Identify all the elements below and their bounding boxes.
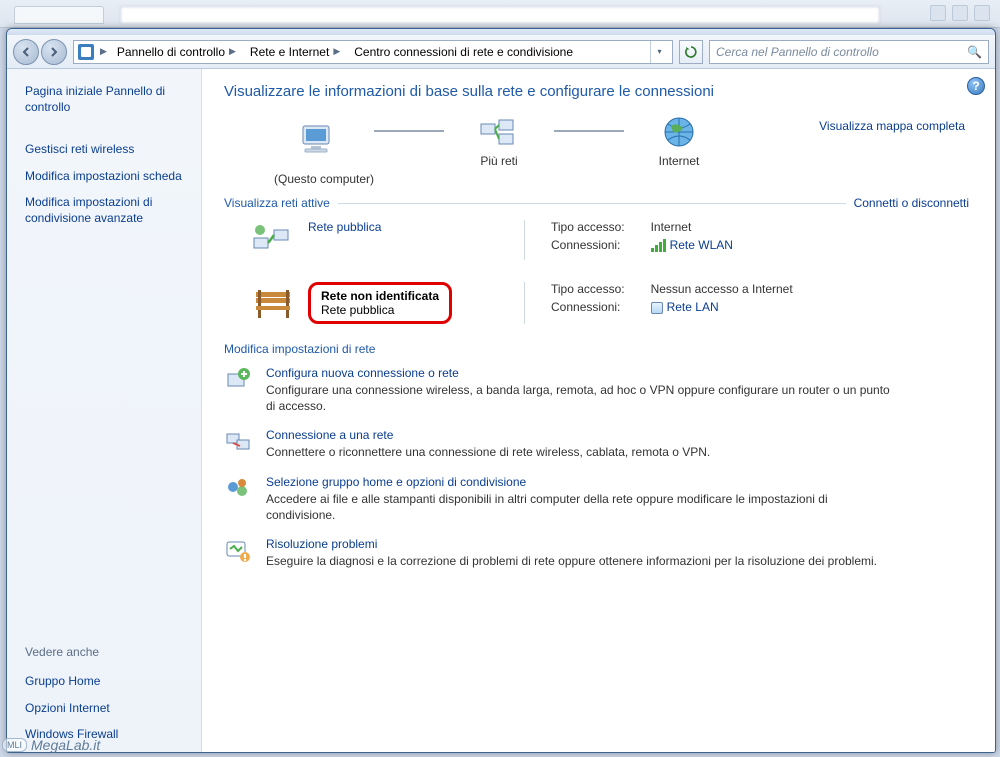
search-icon[interactable]: 🔍 [967,45,982,59]
browser-tools [930,5,990,21]
access-type-value: Internet [651,220,733,234]
breadcrumb-item[interactable]: Rete e Internet▶ [246,41,346,63]
active-networks-label: Visualizza reti attive [224,196,330,210]
browser-chrome [0,0,1000,28]
breadcrumb-item[interactable]: Pannello di controllo▶ [113,41,242,63]
connections-label: Connessioni: [551,238,625,252]
divider [338,203,846,204]
control-panel-window: ✕ ▶ Pannello di controllo▶ Rete e Intern… [6,28,996,753]
see-also-internet-options[interactable]: Opzioni Internet [25,700,191,716]
titlebar[interactable] [7,29,995,35]
explorer-navbar: ▶ Pannello di controllo▶ Rete e Internet… [7,35,995,69]
computer-caption: (Questo computer) [274,172,969,186]
see-also-homegroup[interactable]: Gruppo Home [25,673,191,689]
park-bench-icon [250,282,294,322]
sidebar-link-advanced-sharing[interactable]: Modifica impostazioni di condivisione av… [25,194,191,226]
option-connect-network[interactable]: Connessione a una rete Connettere o ricon… [224,428,969,460]
network-name-link[interactable]: Rete pubblica [308,220,381,234]
computer-icon [297,122,341,160]
new-connection-icon [224,366,252,394]
sidebar-link-adapter[interactable]: Modifica impostazioni scheda [25,168,191,184]
option-title[interactable]: Configura nuova connessione o rete [266,366,459,380]
troubleshoot-icon [224,537,252,565]
view-full-map-link[interactable]: Visualizza mappa completa [819,119,965,133]
option-homegroup[interactable]: Selezione gruppo home e opzioni di condi… [224,475,969,523]
network-options-list: Configura nuova connessione o rete Config… [224,366,969,569]
breadcrumb-label: Centro connessioni di rete e condivision… [354,45,573,59]
chevron-right-icon[interactable]: ▶ [98,46,109,57]
option-desc: Connettere o riconnettere una connession… [266,444,710,460]
option-title[interactable]: Selezione gruppo home e opzioni di condi… [266,475,526,489]
search-input[interactable]: Cerca nel Pannello di controllo 🔍 [709,40,989,64]
breadcrumb-label: Pannello di controllo [117,45,225,59]
sidebar: Pagina iniziale Pannello di controllo Ge… [7,69,202,752]
chevron-right-icon[interactable]: ▶ [331,46,342,57]
breadcrumb-item[interactable]: Centro connessioni di rete e condivision… [350,41,577,63]
option-desc: Configurare una connessione wireless, a … [266,382,896,414]
browser-tab [14,6,104,24]
connection-link[interactable]: Rete WLAN [670,238,733,252]
globe-icon [657,114,701,152]
see-also-heading: Vedere anche [25,645,191,659]
breadcrumb-label: Rete e Internet [250,45,329,59]
connection-link[interactable]: Rete LAN [667,300,719,314]
page-title: Visualizzare le informazioni di base sul… [224,83,969,100]
map-node-label: Internet [659,154,700,168]
access-type-label: Tipo accesso: [551,220,625,234]
control-panel-icon [78,44,94,60]
active-network-item: Rete pubblica Tipo accesso: Internet Con… [224,220,969,260]
browser-addressbar [120,6,880,24]
map-link [554,130,624,132]
wifi-signal-icon [651,239,666,252]
connections-label: Connessioni: [551,300,625,314]
nav-back-button[interactable] [13,39,39,65]
multi-network-icon [477,114,521,152]
option-title[interactable]: Connessione a una rete [266,428,393,442]
homegroup-icon [224,475,252,503]
map-node-internet[interactable]: Internet [624,114,734,168]
option-troubleshoot[interactable]: Risoluzione problemi Eseguire la diagnosi… [224,537,969,569]
modify-settings-heading: Modifica impostazioni di rete [224,342,969,356]
option-desc: Eseguire la diagnosi e la correzione di … [266,553,877,569]
nav-forward-button[interactable] [41,39,67,65]
search-placeholder: Cerca nel Pannello di controllo [716,45,879,59]
public-network-icon [250,220,294,260]
map-node-computer[interactable] [264,122,374,160]
help-icon[interactable]: ? [967,77,985,95]
sidebar-home-link[interactable]: Pagina iniziale Pannello di controllo [25,83,191,115]
map-node-label: Più reti [480,154,517,168]
option-desc: Accedere ai file e alle stampanti dispon… [266,491,896,523]
sidebar-link-wireless[interactable]: Gestisci reti wireless [25,141,191,157]
chevron-right-icon[interactable]: ▶ [227,46,238,57]
option-title[interactable]: Risoluzione problemi [266,537,377,551]
access-type-value: Nessun accesso a Internet [651,282,793,296]
map-link [374,130,444,132]
map-node-multi[interactable]: Più reti [444,114,554,168]
main-pane: ? Visualizzare le informazioni di base s… [202,69,995,752]
unidentified-network-highlight: Rete non identificata Rete pubblica [308,282,452,324]
connect-disconnect-link[interactable]: Connetti o disconnetti [854,196,969,210]
breadcrumb-bar[interactable]: ▶ Pannello di controllo▶ Rete e Internet… [73,40,673,64]
active-network-item: Rete non identificata Rete pubblica Tipo… [224,282,969,324]
network-name: Rete non identificata [321,289,439,303]
access-type-label: Tipo accesso: [551,282,625,296]
see-also-firewall[interactable]: Windows Firewall [25,726,191,742]
refresh-button[interactable] [679,40,703,64]
option-new-connection[interactable]: Configura nuova connessione o rete Config… [224,366,969,414]
lan-plug-icon [651,302,663,314]
connect-network-icon [224,428,252,456]
network-type: Rete pubblica [321,303,439,317]
breadcrumb-dropdown[interactable]: ▾ [650,41,668,63]
